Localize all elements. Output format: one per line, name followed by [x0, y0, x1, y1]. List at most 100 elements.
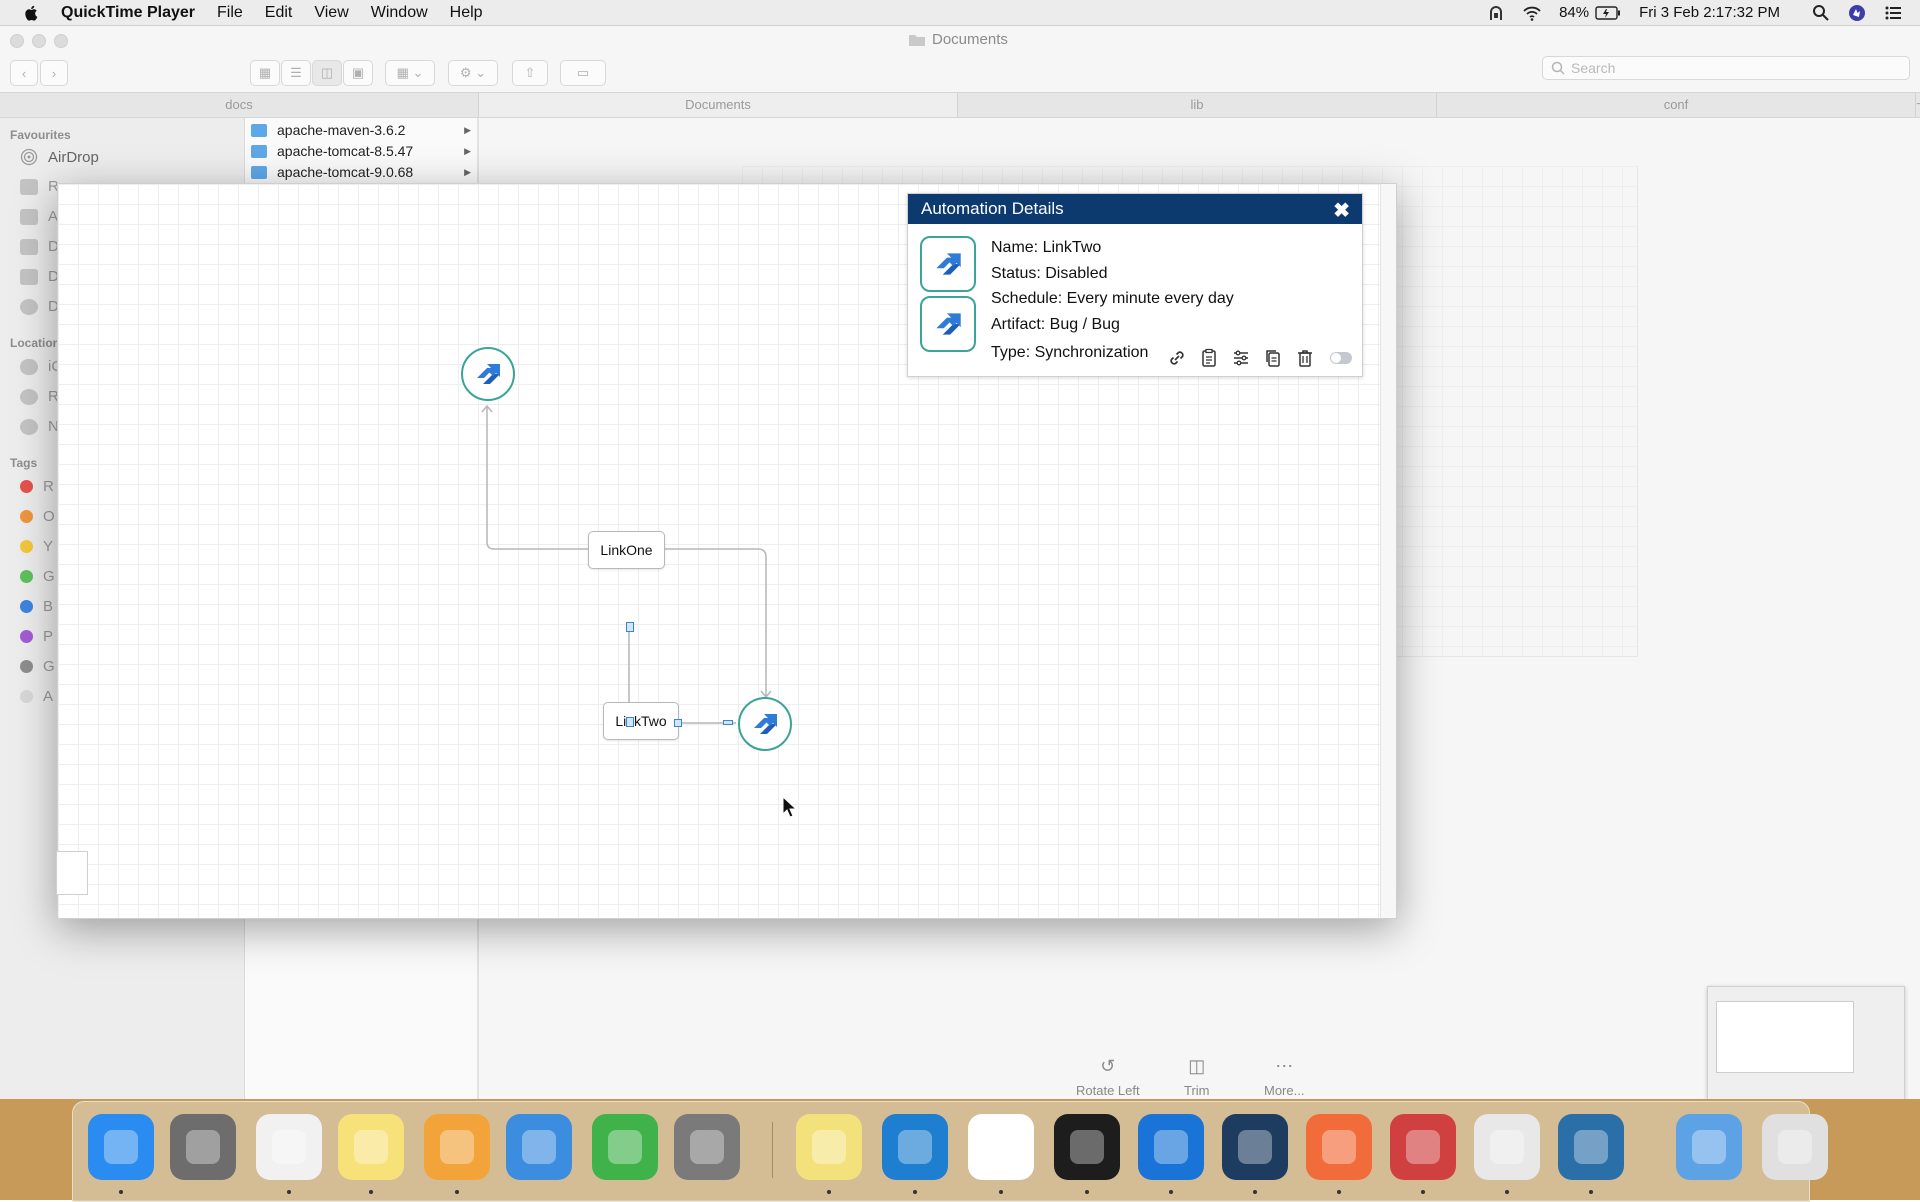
dock-app-mysql-workbench[interactable]: [1222, 1114, 1288, 1180]
clipboard-icon[interactable]: [1198, 347, 1220, 369]
menu-help[interactable]: Help: [450, 4, 483, 22]
group-button[interactable]: ▦ ⌄: [385, 60, 435, 86]
dock-running-indicator: [913, 1190, 917, 1194]
close-window-button[interactable]: [10, 34, 24, 48]
menu-view[interactable]: View: [314, 4, 348, 22]
connection-handle-right[interactable]: [674, 719, 682, 727]
sidebar-item-recents[interactable]: R: [20, 178, 59, 195]
view-icons-button[interactable]: ▦: [250, 60, 280, 86]
window-title: Documents: [908, 31, 1008, 48]
sidebar-item-applications[interactable]: A: [20, 208, 58, 225]
dock-app-stickies[interactable]: [796, 1114, 862, 1180]
dock-app-chrome[interactable]: [256, 1114, 322, 1180]
dock-app-system-preferences[interactable]: [674, 1114, 740, 1180]
sidebar-item-tag[interactable]: R: [20, 478, 54, 495]
app-name[interactable]: QuickTime Player: [61, 4, 195, 22]
dock-app-trash[interactable]: [1762, 1114, 1828, 1180]
sidebar-item-airdrop[interactable]: AirDrop: [20, 148, 99, 166]
search-icon: [1551, 61, 1565, 75]
wifi-icon[interactable]: [1523, 4, 1541, 22]
sidebar-item-tag[interactable]: G: [20, 568, 55, 585]
sidebar-item-tag[interactable]: P: [20, 628, 53, 645]
rotate-left-button[interactable]: ↺ Rotate Left: [1076, 1056, 1140, 1098]
dock-app-vscode[interactable]: [882, 1114, 948, 1180]
list-item[interactable]: apache-maven-3.6.2 ▶: [251, 120, 473, 140]
connection-handle-inner[interactable]: [626, 717, 634, 727]
automation-node-top[interactable]: [461, 347, 515, 401]
view-gallery-button[interactable]: ▣: [343, 60, 373, 86]
sidebar-item-tag[interactable]: G: [20, 658, 55, 675]
sidebar-item-tag[interactable]: B: [20, 598, 53, 615]
back-button[interactable]: ‹: [10, 60, 38, 86]
view-columns-button[interactable]: ◫: [312, 60, 342, 86]
sidebar-item-network[interactable]: N: [20, 418, 59, 435]
automation-node-bottom[interactable]: [738, 697, 792, 751]
more-button[interactable]: ⋯ More...: [1264, 1056, 1304, 1098]
battery-icon[interactable]: [1595, 5, 1621, 20]
menu-edit[interactable]: Edit: [265, 4, 293, 22]
list-item[interactable]: apache-tomcat-8.5.47 ▶: [251, 141, 473, 161]
tab-conf[interactable]: conf: [1437, 93, 1916, 117]
dock-app-vlc-backup[interactable]: [1390, 1114, 1456, 1180]
dock-app-downloads[interactable]: [1676, 1114, 1742, 1180]
menu-window[interactable]: Window: [371, 4, 428, 22]
clock[interactable]: Fri 3 Feb 2:17:32 PM: [1639, 4, 1780, 21]
sidebar-item-remote-disc[interactable]: R: [20, 388, 59, 405]
spotlight-search-icon[interactable]: [1812, 4, 1830, 22]
user-account-icon[interactable]: [1848, 4, 1866, 22]
settings-sliders-icon[interactable]: [1230, 347, 1252, 369]
share-button[interactable]: ⇧: [512, 60, 548, 86]
tab-documents[interactable]: Documents: [479, 93, 958, 117]
dock-app-numbers[interactable]: [592, 1114, 658, 1180]
dock-running-indicator: [119, 1190, 123, 1194]
trash-icon[interactable]: [1294, 347, 1316, 369]
minimap-corner[interactable]: [56, 851, 88, 895]
dock-app-finder[interactable]: [88, 1114, 154, 1180]
zoom-window-button[interactable]: [54, 34, 68, 48]
link-node-linkone[interactable]: LinkOne: [588, 531, 665, 569]
connection-handle-top[interactable]: [626, 622, 634, 632]
enable-toggle[interactable]: [1330, 352, 1352, 364]
link-icon[interactable]: [1166, 347, 1188, 369]
copy-icon[interactable]: [1262, 347, 1284, 369]
new-tab-button[interactable]: +: [1916, 93, 1920, 117]
canvas-scroll-edge[interactable]: [1380, 184, 1396, 918]
action-button[interactable]: ⚙ ⌄: [448, 60, 498, 86]
sidebar-item-icloud[interactable]: iC: [20, 358, 62, 375]
minimize-window-button[interactable]: [32, 34, 46, 48]
sidebar-item-tag[interactable]: O: [20, 508, 55, 525]
sidebar-item-tag[interactable]: Y: [20, 538, 53, 555]
sidebar-item-downloads[interactable]: D: [20, 298, 59, 315]
apple-icon[interactable]: [23, 4, 41, 22]
screenshot-thumbnail[interactable]: [1707, 986, 1905, 1112]
list-item[interactable]: apache-tomcat-9.0.68 ▶: [251, 162, 473, 182]
dock-app-slack[interactable]: [968, 1114, 1034, 1180]
close-icon[interactable]: ✖: [1333, 198, 1350, 223]
tag-color-icon: [20, 660, 33, 673]
search-field[interactable]: Search: [1542, 56, 1910, 80]
sidebar-item-desktop[interactable]: D: [20, 238, 59, 255]
tab-docs[interactable]: docs: [0, 93, 479, 117]
link-node-linktwo[interactable]: LinkTwo: [603, 702, 679, 740]
control-center-icon[interactable]: [1884, 4, 1902, 22]
list-item-label: apache-tomcat-9.0.68: [277, 164, 414, 180]
dock-app-onepassword[interactable]: [1138, 1114, 1204, 1180]
tab-lib[interactable]: lib: [958, 93, 1437, 117]
sidebar-item-documents[interactable]: D: [20, 268, 59, 285]
dock-app-postman[interactable]: [1306, 1114, 1372, 1180]
lock-screen-icon[interactable]: [1487, 4, 1505, 22]
connection-handle-target[interactable]: [723, 720, 733, 725]
dock-app-pages[interactable]: [424, 1114, 490, 1180]
menu-file[interactable]: File: [217, 4, 243, 22]
sidebar-item-tag[interactable]: A: [20, 688, 53, 705]
trim-button[interactable]: ◫ Trim: [1184, 1056, 1210, 1098]
dock-app-terminal[interactable]: [1054, 1114, 1120, 1180]
dock-app-java[interactable]: [1474, 1114, 1540, 1180]
tags-button[interactable]: ▭: [560, 60, 606, 86]
dock-app-launchpad[interactable]: [170, 1114, 236, 1180]
dock-app-keynote[interactable]: [506, 1114, 572, 1180]
dock-app-quicktime[interactable]: [1558, 1114, 1624, 1180]
forward-button[interactable]: ›: [40, 60, 68, 86]
dock-app-notes[interactable]: [338, 1114, 404, 1180]
view-list-button[interactable]: ☰: [281, 60, 311, 86]
